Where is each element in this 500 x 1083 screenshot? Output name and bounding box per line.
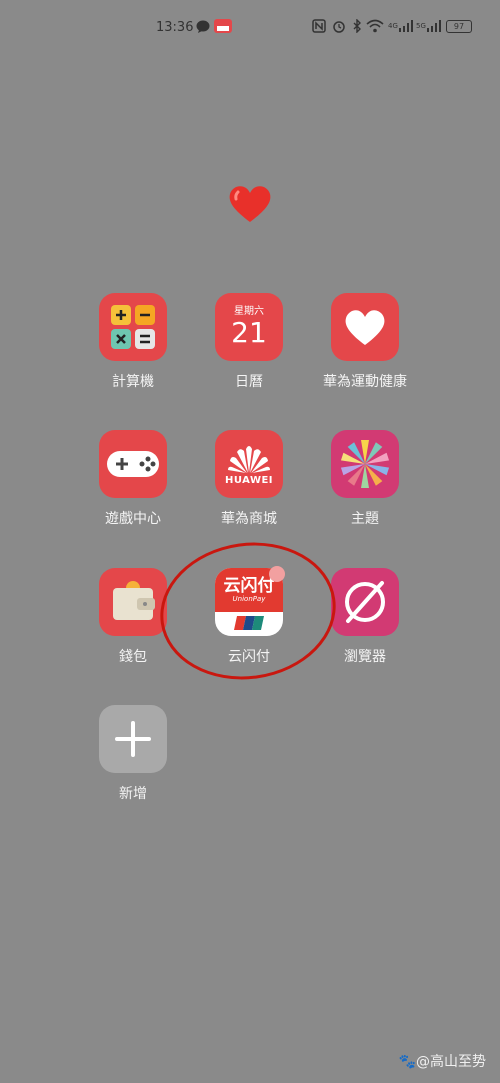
alarm-icon	[332, 18, 346, 34]
app-themes[interactable]: 主題	[310, 430, 420, 528]
paw-icon: 🐾	[398, 1054, 416, 1070]
huawei-icon: HUAWEI	[215, 430, 283, 498]
heart-emoji	[226, 180, 274, 228]
calendar-icon: 星期六 21	[215, 293, 283, 361]
app-label: 主題	[351, 511, 379, 527]
network-type-label-2: 5G	[416, 22, 426, 30]
signal-5g-icon: 5G	[416, 18, 442, 34]
battery-indicator: 97	[446, 20, 472, 33]
app-label: 華為運動健康	[323, 374, 407, 390]
app-label: 華為商城	[221, 511, 277, 527]
calendar-day: 21	[231, 315, 267, 349]
watermark: 🐾@高山至势	[399, 1051, 486, 1071]
app-label: 新增	[119, 786, 147, 802]
app-huawei-store[interactable]: HUAWEI 華為商城	[194, 430, 304, 528]
heart-icon	[331, 293, 399, 361]
app-add[interactable]: 新增	[78, 705, 188, 803]
calendar-weekday: 星期六	[234, 305, 264, 317]
network-type-label: 4G	[388, 22, 398, 30]
bluetooth-icon	[352, 18, 362, 34]
app-calculator[interactable]: 計算機	[78, 293, 188, 391]
app-label: 計算機	[112, 374, 154, 390]
wallet-icon	[99, 568, 167, 636]
calculator-icon	[99, 293, 167, 361]
nfc-icon	[312, 18, 326, 34]
highlight-circle	[151, 531, 345, 691]
app-game-center[interactable]: 遊戲中心	[78, 430, 188, 528]
app-notification-icon	[214, 18, 232, 34]
app-label: 遊戲中心	[105, 511, 161, 527]
plus-icon	[99, 705, 167, 773]
app-huawei-health[interactable]: 華為運動健康	[310, 293, 420, 391]
app-label: 日曆	[235, 374, 263, 390]
status-time: 13:36	[156, 20, 194, 35]
app-label: 瀏覽器	[344, 649, 386, 665]
pinwheel-icon	[331, 430, 399, 498]
message-icon	[196, 18, 210, 34]
huawei-brand-text: HUAWEI	[224, 474, 274, 486]
app-calendar[interactable]: 星期六 21 日曆	[194, 293, 304, 391]
wifi-icon	[366, 18, 384, 34]
status-bar: 13:36 4G 5G 97	[0, 0, 500, 52]
gamepad-icon	[99, 430, 167, 498]
compass-icon	[331, 568, 399, 636]
watermark-text: @高山至势	[416, 1054, 486, 1070]
signal-4g-icon: 4G	[388, 18, 414, 34]
